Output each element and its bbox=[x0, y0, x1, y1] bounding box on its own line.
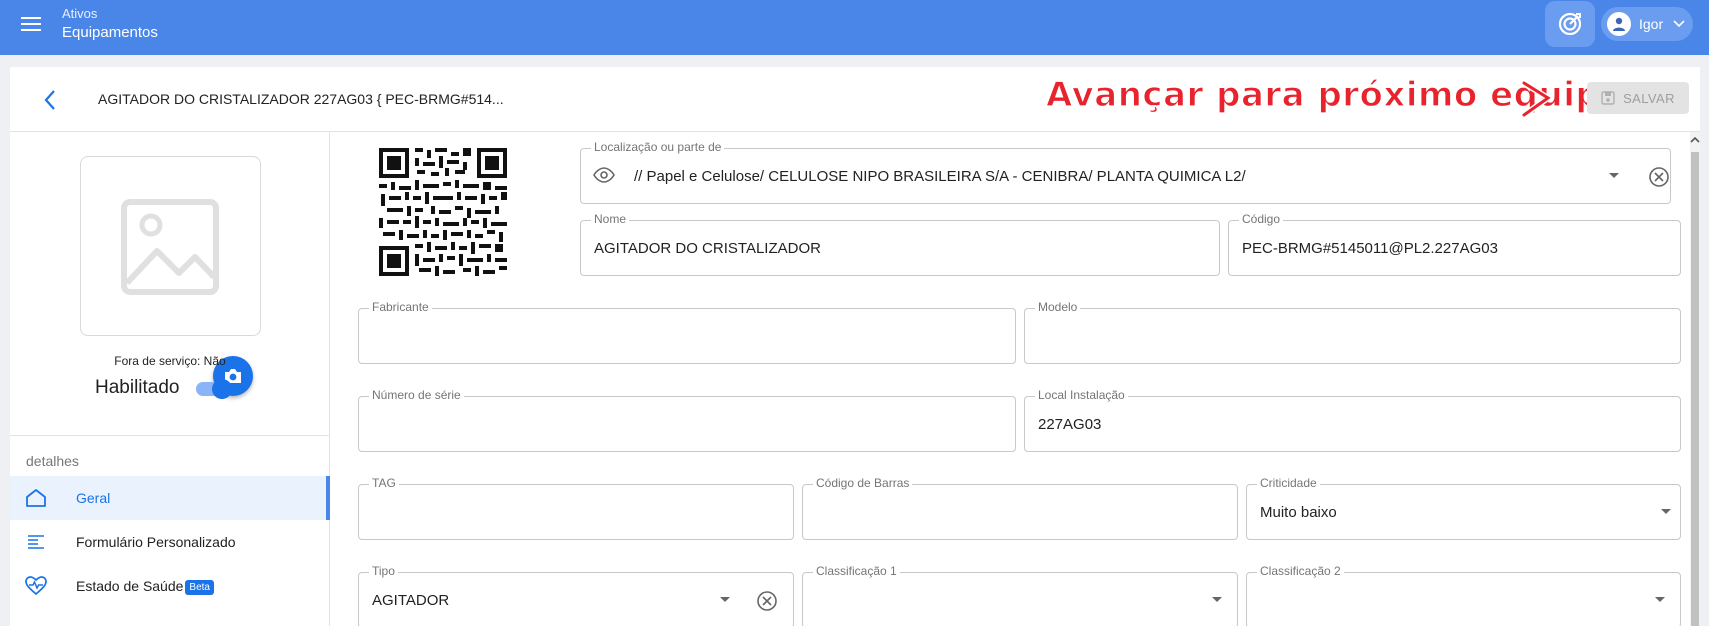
criticality-value: Muito baixo bbox=[1260, 504, 1337, 521]
name-field[interactable]: Nome AGITADOR DO CRISTALIZADOR bbox=[580, 212, 1220, 276]
equipment-photo[interactable] bbox=[80, 156, 261, 336]
save-button-label: SALVAR bbox=[1623, 90, 1675, 106]
nav-item-label: Geral bbox=[76, 490, 111, 506]
user-menu-button[interactable]: Igor bbox=[1601, 7, 1693, 41]
location-value: // Papel e Celulose/ CELULOSE NIPO BRASI… bbox=[634, 168, 1246, 185]
divider bbox=[10, 435, 330, 436]
chevron-down-icon bbox=[1673, 20, 1685, 28]
menu-icon[interactable] bbox=[18, 13, 44, 39]
back-arrow-icon[interactable] bbox=[38, 87, 64, 113]
save-icon bbox=[1601, 91, 1615, 105]
nav-item-label: Estado de Saúde Beta bbox=[76, 578, 214, 595]
out-of-service-status: Fora de serviço: Não bbox=[114, 354, 226, 368]
form-list-icon bbox=[24, 530, 48, 554]
criticality-select[interactable]: Criticidade Muito baixo bbox=[1246, 476, 1681, 540]
tag-label: TAG bbox=[369, 476, 399, 490]
toggle-knob bbox=[211, 379, 232, 399]
dropdown-arrow-icon[interactable] bbox=[1212, 597, 1222, 602]
barcode-label: Código de Barras bbox=[813, 476, 913, 490]
enabled-row: Habilitado bbox=[95, 377, 232, 399]
code-field[interactable]: Código PEC-BRMG#5145011@PL2.227AG03 bbox=[1228, 212, 1681, 276]
type-value: AGITADOR bbox=[372, 592, 450, 609]
install-location-label: Local Instalação bbox=[1035, 388, 1128, 402]
criticality-label: Criticidade bbox=[1257, 476, 1320, 490]
dropdown-arrow-icon[interactable] bbox=[1655, 597, 1665, 602]
avatar bbox=[1607, 12, 1631, 36]
manufacturer-field[interactable]: Fabricante bbox=[358, 300, 1016, 364]
dropdown-arrow-icon[interactable] bbox=[1661, 509, 1671, 514]
code-label: Código bbox=[1239, 212, 1284, 226]
clear-icon[interactable] bbox=[1648, 166, 1670, 188]
nav-item-geral[interactable]: Geral bbox=[10, 476, 330, 520]
annotation-arrow-icon bbox=[1521, 80, 1554, 118]
nav-item-health-state[interactable]: Estado de Saúde Beta bbox=[10, 564, 330, 608]
enabled-label: Habilitado bbox=[95, 377, 180, 398]
eye-icon[interactable] bbox=[593, 167, 615, 183]
home-icon bbox=[24, 486, 48, 510]
scrollbar[interactable] bbox=[1690, 132, 1700, 626]
dropdown-arrow-icon[interactable] bbox=[720, 597, 730, 602]
user-name: Igor bbox=[1639, 16, 1664, 32]
serial-number-field[interactable]: Número de série bbox=[358, 388, 1016, 452]
qr-code bbox=[379, 148, 507, 276]
manufacturer-label: Fabricante bbox=[369, 300, 432, 314]
clear-icon[interactable] bbox=[756, 590, 778, 612]
name-label: Nome bbox=[591, 212, 630, 226]
scrollbar-thumb[interactable] bbox=[1691, 152, 1699, 626]
heart-pulse-icon bbox=[24, 574, 48, 598]
nav-item-custom-form[interactable]: Formulário Personalizado bbox=[10, 520, 330, 564]
nav-item-label-text: Estado de Saúde bbox=[76, 577, 184, 594]
tag-field[interactable]: TAG bbox=[358, 476, 794, 540]
location-label: Localização ou parte de bbox=[591, 140, 725, 154]
equipment-card: AGITADOR DO CRISTALIZADOR 227AG03 { PEC-… bbox=[10, 67, 1700, 626]
classification-1-select[interactable]: Classificação 1 bbox=[802, 564, 1238, 626]
save-button[interactable]: SALVAR bbox=[1587, 82, 1689, 114]
breadcrumb-page: Equipamentos bbox=[62, 24, 158, 41]
dropdown-arrow-icon[interactable] bbox=[1609, 173, 1619, 178]
install-location-value: 227AG03 bbox=[1038, 416, 1102, 433]
app-bar: Ativos Equipamentos Igor bbox=[0, 0, 1709, 55]
enabled-toggle[interactable] bbox=[194, 379, 232, 399]
details-section-label: detalhes bbox=[26, 453, 79, 469]
location-field[interactable]: Localização ou parte de // Papel e Celul… bbox=[580, 140, 1671, 204]
target-icon[interactable] bbox=[1545, 1, 1595, 47]
barcode-field[interactable]: Código de Barras bbox=[802, 476, 1238, 540]
scroll-up-icon[interactable] bbox=[1690, 134, 1700, 146]
classification-2-label: Classificação 2 bbox=[1257, 564, 1344, 578]
form-area: Localização ou parte de // Papel e Celul… bbox=[331, 132, 1700, 626]
model-field[interactable]: Modelo bbox=[1024, 300, 1681, 364]
serial-number-label: Número de série bbox=[369, 388, 464, 402]
card-header: AGITADOR DO CRISTALIZADOR 227AG03 { PEC-… bbox=[10, 67, 1700, 132]
install-location-field[interactable]: Local Instalação 227AG03 bbox=[1024, 388, 1681, 452]
beta-badge: Beta bbox=[185, 579, 214, 595]
image-placeholder-icon bbox=[121, 199, 219, 295]
breadcrumb-section[interactable]: Ativos bbox=[62, 6, 97, 21]
type-label: Tipo bbox=[369, 564, 398, 578]
page-title: AGITADOR DO CRISTALIZADOR 227AG03 { PEC-… bbox=[98, 91, 504, 107]
type-select[interactable]: Tipo AGITADOR bbox=[358, 564, 794, 626]
name-value: AGITADOR DO CRISTALIZADOR bbox=[594, 240, 821, 257]
model-label: Modelo bbox=[1035, 300, 1081, 314]
code-value: PEC-BRMG#5145011@PL2.227AG03 bbox=[1242, 240, 1498, 257]
nav-item-label: Formulário Personalizado bbox=[76, 534, 236, 550]
classification-2-select[interactable]: Classificação 2 bbox=[1246, 564, 1681, 626]
left-panel: Fora de serviço: Não Habilitado detalhes… bbox=[10, 132, 330, 626]
classification-1-label: Classificação 1 bbox=[813, 564, 900, 578]
